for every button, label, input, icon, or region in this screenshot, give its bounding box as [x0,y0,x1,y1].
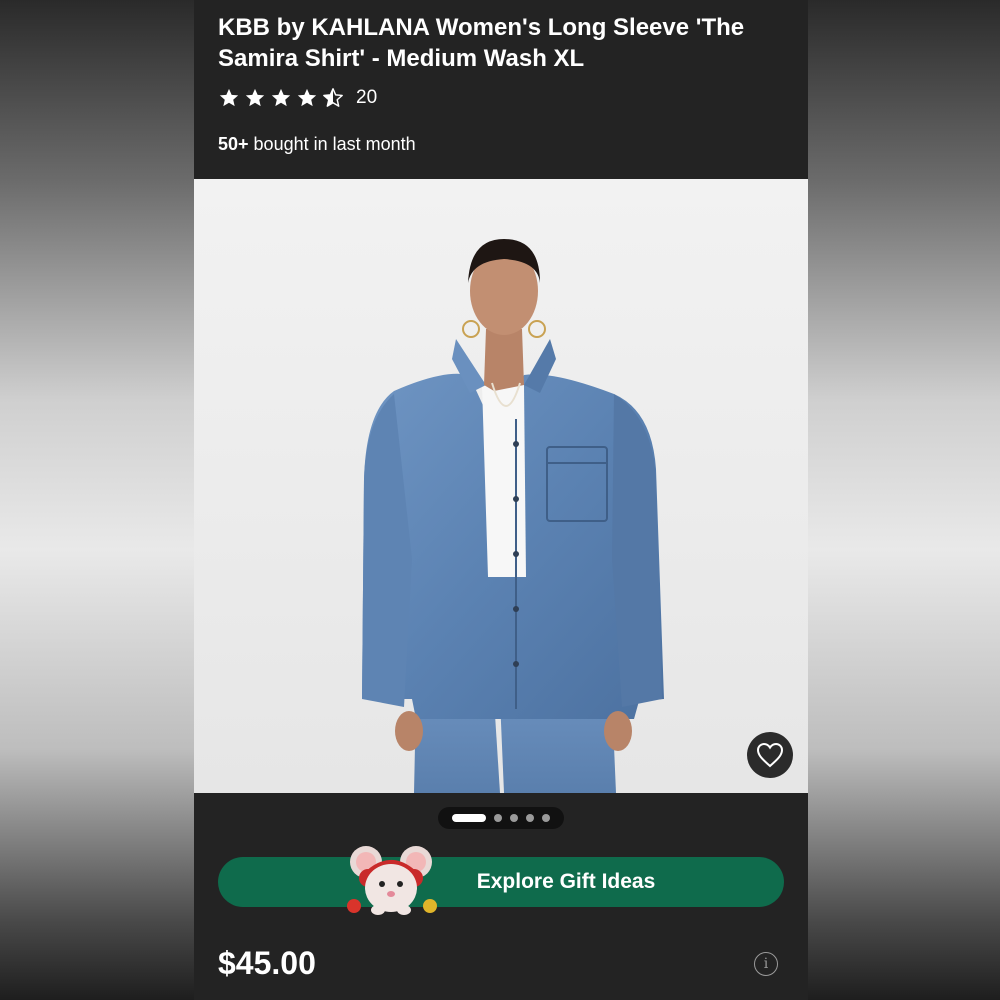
bought-count: 50+ [218,134,249,154]
mouse-mascot-icon [347,846,437,915]
pagination-dot[interactable] [494,814,502,822]
background-blur-left [0,0,194,1000]
carousel-pagination[interactable] [438,807,564,829]
product-header: KBB by KAHLANA Women's Long Sleeve 'The … [194,0,808,178]
pagination-dot-active[interactable] [452,814,486,822]
star-icon [270,87,292,109]
star-icon [218,87,240,109]
pagination-dot[interactable] [510,814,518,822]
product-price: $45.00 [218,945,316,981]
rating-count: 20 [356,87,378,108]
product-image-carousel[interactable] [194,179,808,793]
background-blur-right [806,0,1000,1000]
bought-suffix: bought in last month [248,134,416,154]
pagination-dot[interactable] [526,814,534,822]
explore-gift-ideas-button[interactable]: Explore Gift Ideas [218,857,784,907]
rating-row[interactable]: 20 [218,86,377,110]
bought-in-last-month: 50+ bought in last month [218,134,416,155]
explore-gift-ideas-label: Explore Gift Ideas [476,870,656,893]
product-screen: KBB by KAHLANA Women's Long Sleeve 'The … [194,0,808,1000]
star-icon [244,87,266,109]
pagination-dot[interactable] [542,814,550,822]
product-photo [194,179,808,793]
heart-icon [756,742,784,768]
product-title: KBB by KAHLANA Women's Long Sleeve 'The … [218,14,745,72]
half-star-icon [322,87,344,109]
info-icon[interactable]: i [754,952,778,976]
favorite-button[interactable] [747,732,793,778]
star-icon [296,87,318,109]
